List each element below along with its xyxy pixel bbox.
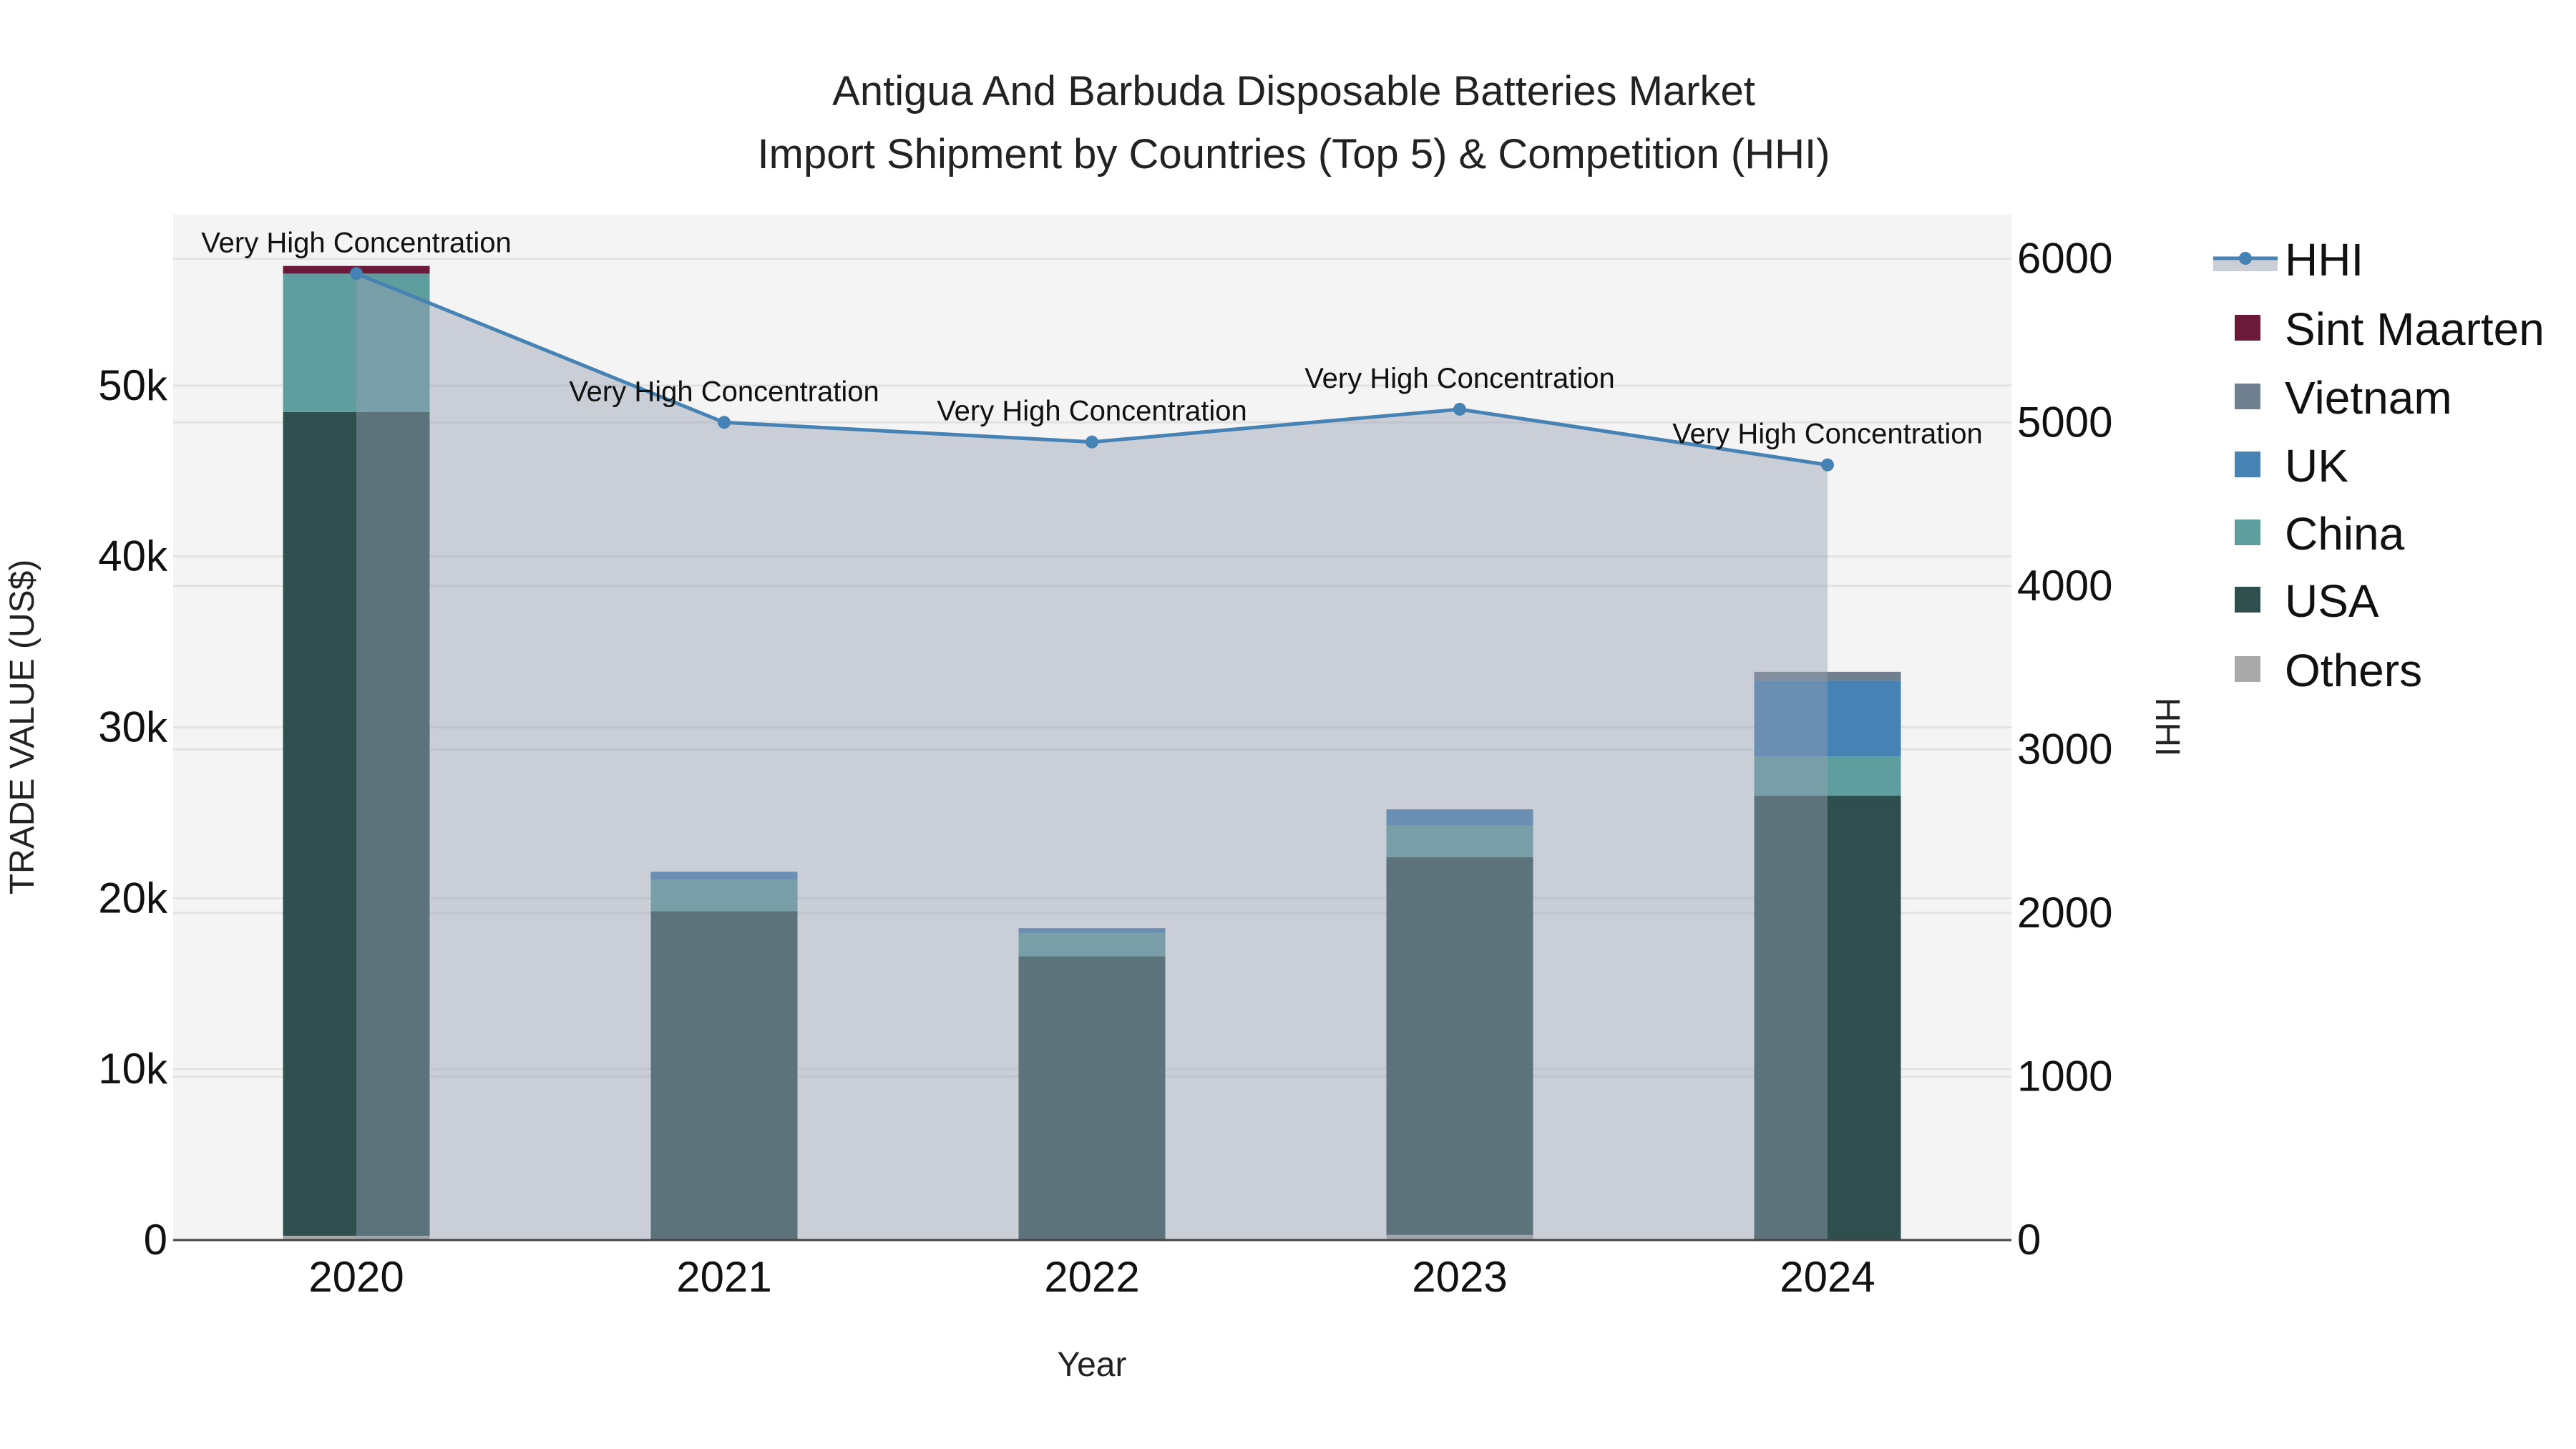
x-tick-label: 2020 — [308, 1253, 404, 1301]
x-tick-label: 2024 — [1780, 1253, 1875, 1301]
legend-item-uk: UK — [2235, 440, 2348, 492]
y2-tick-label: 5000 — [2017, 398, 2112, 446]
x-tick-label: 2023 — [1412, 1253, 1507, 1301]
legend-label: HHI — [2285, 234, 2363, 286]
hhi-marker — [1453, 402, 1466, 416]
legend-swatch-icon — [2235, 384, 2260, 409]
hhi-marker — [718, 416, 731, 429]
chart-title: Antigua And Barbuda Disposable Batteries… — [832, 68, 1755, 114]
legend-label: USA — [2285, 575, 2379, 627]
y-tick-label: 0 — [144, 1216, 167, 1264]
legend-item-china: China — [2235, 508, 2405, 560]
y2-tick-label: 6000 — [2017, 235, 2112, 283]
legend-swatch-icon — [2235, 519, 2260, 545]
x-tick-label: 2022 — [1044, 1253, 1139, 1301]
chart: Antigua And Barbuda Disposable Batteries… — [4, 68, 2545, 1384]
y2-axis-label: HHI — [2148, 698, 2186, 757]
y-tick-label: 20k — [98, 874, 168, 922]
legend-item-sint-maarten: Sint Maarten — [2235, 303, 2545, 355]
y2-tick-label: 1000 — [2017, 1052, 2112, 1100]
hhi-annotation: Very High Concentration — [569, 376, 879, 407]
legend-label: Sint Maarten — [2285, 303, 2545, 355]
legend-swatch-icon — [2235, 452, 2260, 477]
legend-item-others: Others — [2235, 645, 2422, 696]
hhi-marker — [1085, 435, 1098, 449]
y-tick-label: 30k — [98, 703, 168, 751]
hhi-annotation: Very High Concentration — [1304, 363, 1615, 394]
y-tick-label: 10k — [98, 1045, 168, 1093]
legend-hhi-marker-icon — [2239, 252, 2252, 265]
y-tick-label: 50k — [98, 361, 168, 409]
legend-item-hhi: HHI — [2213, 234, 2363, 286]
legend-item-usa: USA — [2235, 575, 2379, 627]
legend-label: Vietnam — [2285, 372, 2452, 424]
legend-item-vietnam: Vietnam — [2235, 372, 2452, 424]
hhi-annotation: Very High Concentration — [937, 396, 1247, 427]
hhi-annotation: Very High Concentration — [1672, 419, 1983, 450]
y-tick-label: 40k — [98, 532, 168, 580]
y2-tick-label: 4000 — [2017, 562, 2112, 610]
hhi-marker — [1821, 458, 1834, 472]
legend-label: China — [2285, 508, 2405, 560]
legend-swatch-icon — [2235, 656, 2260, 682]
y2-tick-label: 3000 — [2017, 725, 2112, 773]
hhi-marker — [350, 267, 363, 280]
legend-label: UK — [2285, 440, 2348, 492]
y2-tick-label: 2000 — [2017, 889, 2112, 937]
x-tick-label: 2021 — [676, 1253, 771, 1301]
legend-label: Others — [2285, 645, 2422, 696]
legend-swatch-icon — [2235, 587, 2260, 613]
y2-tick-label: 0 — [2017, 1216, 2041, 1264]
legend-swatch-icon — [2235, 315, 2260, 341]
x-axis-label: Year — [1058, 1346, 1127, 1384]
y-axis-label: TRADE VALUE (US$) — [4, 560, 42, 895]
chart-subtitle: Import Shipment by Countries (Top 5) & C… — [758, 131, 1830, 177]
hhi-annotation: Very High Concentration — [201, 227, 512, 258]
